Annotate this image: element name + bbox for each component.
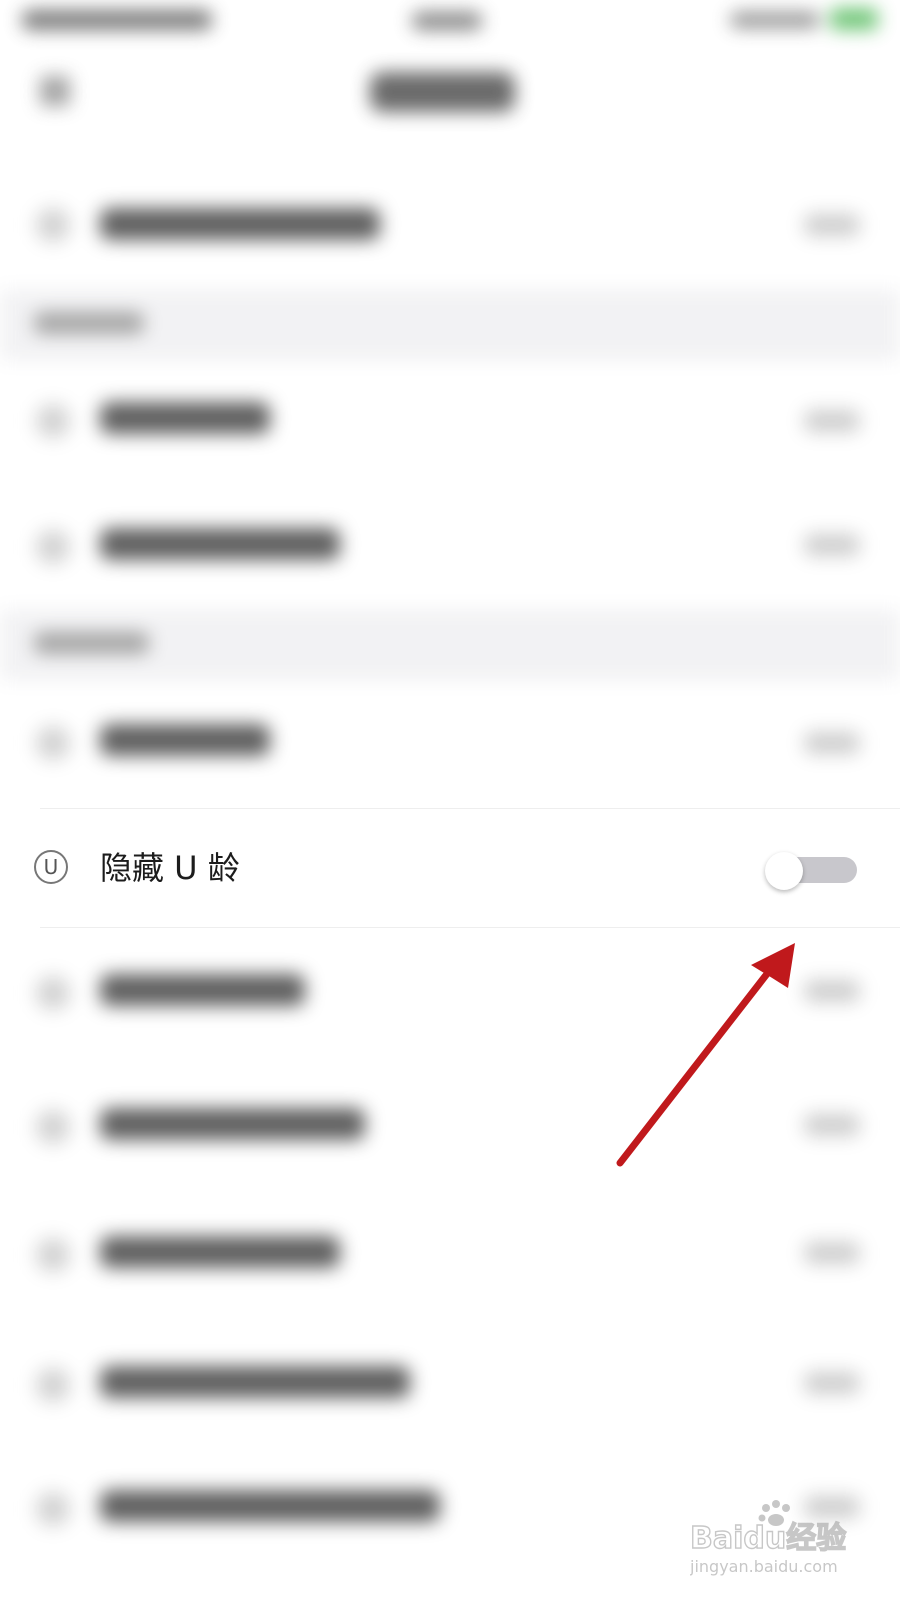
row-icon — [36, 976, 70, 1010]
divider — [40, 808, 900, 809]
section-title — [34, 312, 144, 334]
row-icon — [36, 1492, 70, 1526]
status-bar — [0, 0, 900, 48]
row-label — [100, 1490, 440, 1522]
baidu-paw-logo-icon: Baidu经验 jingyan.baidu.com — [689, 1500, 847, 1576]
row-label — [100, 974, 305, 1006]
row-label — [100, 1108, 365, 1140]
battery-icon — [830, 8, 878, 30]
status-bar-right — [730, 12, 820, 28]
settings-row[interactable] — [0, 928, 900, 1058]
row-icon — [36, 404, 70, 438]
row-label — [100, 1236, 340, 1268]
row-accessory — [804, 1242, 860, 1264]
row-icon — [36, 1238, 70, 1272]
settings-row[interactable] — [0, 360, 900, 480]
hide-u-age-toggle[interactable] — [765, 852, 857, 890]
row-label — [100, 1366, 410, 1398]
settings-row[interactable] — [0, 160, 900, 290]
section-header — [0, 290, 900, 360]
navigation-bar — [0, 48, 900, 138]
back-icon[interactable] — [40, 76, 70, 106]
row-label — [100, 402, 270, 434]
row-icon — [36, 1368, 70, 1402]
settings-row[interactable] — [0, 1188, 900, 1318]
u-circle-icon: U — [34, 850, 68, 884]
row-icon — [36, 1110, 70, 1144]
row-icon — [36, 530, 70, 564]
row-label — [100, 528, 340, 560]
row-accessory — [804, 214, 860, 236]
watermark-brand: Baidu经验 — [690, 1521, 846, 1556]
section-header — [0, 610, 900, 680]
settings-row[interactable] — [0, 480, 900, 610]
row-accessory — [804, 1114, 860, 1136]
status-bar-left — [22, 10, 212, 30]
status-bar-time — [412, 12, 482, 30]
watermark-url: jingyan.baidu.com — [690, 1557, 838, 1576]
row-label — [100, 724, 270, 756]
row-icon — [36, 208, 70, 242]
divider — [40, 927, 900, 928]
hide-u-age-row[interactable]: U 隐藏 U 龄 — [0, 808, 900, 928]
settings-row[interactable] — [0, 1318, 900, 1448]
row-accessory — [804, 980, 860, 1002]
section-title — [34, 632, 149, 654]
row-accessory — [804, 1372, 860, 1394]
row-label — [100, 208, 380, 240]
watermark: Baidu经验 jingyan.baidu.com — [689, 1500, 890, 1580]
row-accessory — [804, 534, 860, 556]
row-accessory — [804, 410, 860, 432]
settings-row[interactable] — [0, 1058, 900, 1188]
toggle-knob[interactable] — [765, 852, 803, 890]
row-icon — [36, 726, 70, 760]
row-accessory — [804, 732, 860, 754]
settings-screen: U 隐藏 U 龄 Baidu经验 jingyan.baidu.com — [0, 0, 900, 1600]
hide-u-age-label: 隐藏 U 龄 — [100, 849, 240, 887]
nav-title — [370, 72, 515, 112]
blurred-background — [0, 0, 900, 1600]
settings-row[interactable] — [0, 680, 900, 808]
